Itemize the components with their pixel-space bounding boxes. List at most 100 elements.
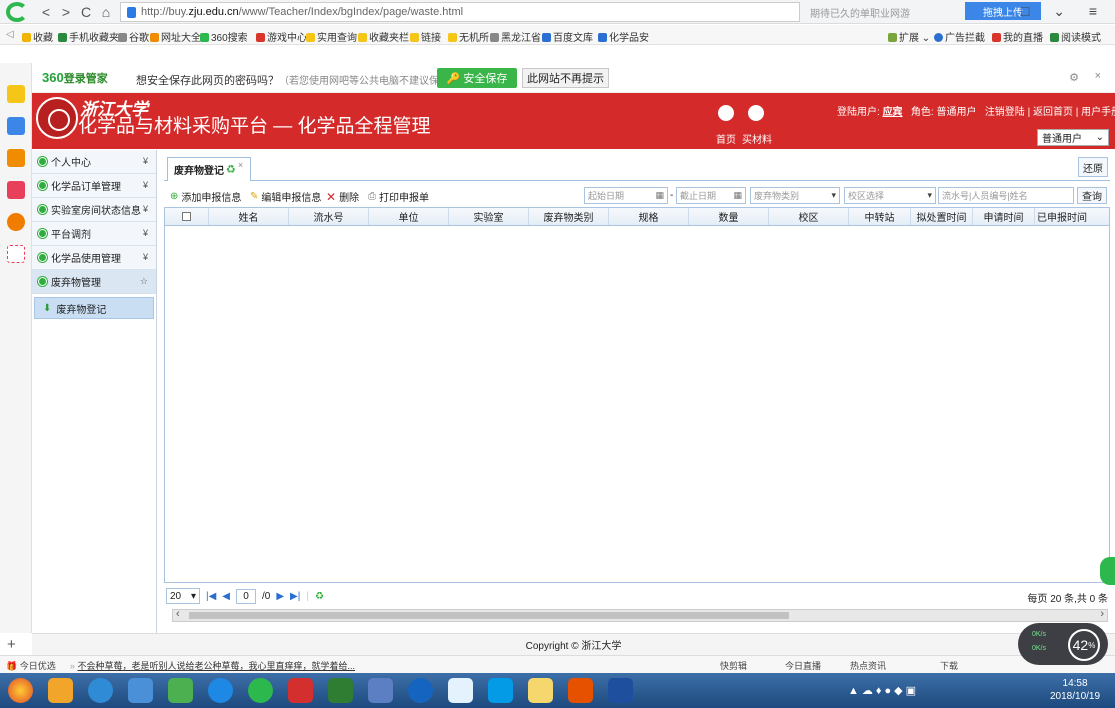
status-item[interactable]: 下载 bbox=[940, 659, 958, 672]
explorer-icon[interactable] bbox=[528, 678, 553, 703]
bookmark-item[interactable]: 无机所 bbox=[448, 29, 489, 44]
column-header[interactable]: 校区 bbox=[769, 208, 849, 225]
reader-mode-item[interactable]: 阅读模式 bbox=[1050, 29, 1101, 44]
cart-icon[interactable] bbox=[748, 105, 764, 121]
video-icon[interactable] bbox=[7, 181, 25, 199]
sidebar-item-lab-rooms[interactable]: 实验室房间状态信息 ¥ bbox=[32, 198, 156, 222]
column-header[interactable]: 流水号 bbox=[289, 208, 369, 225]
add-button[interactable]: ⊕ 添加申报信息 bbox=[170, 189, 241, 204]
scroll-left-icon[interactable]: ‹ bbox=[176, 608, 180, 620]
column-header[interactable]: 申请时间 bbox=[973, 208, 1035, 225]
column-header[interactable]: 数量 bbox=[689, 208, 769, 225]
horizontal-scrollbar[interactable]: ‹ › bbox=[172, 608, 1108, 622]
column-header[interactable]: 中转站 bbox=[849, 208, 911, 225]
promo-text[interactable]: 期待已久的单职业网游 bbox=[810, 5, 910, 20]
role-select[interactable]: 普通用户 ⌄ bbox=[1037, 129, 1109, 146]
system-tray-icons[interactable]: ▲☁♦●◆▣ bbox=[848, 684, 919, 697]
login-user-link[interactable]: 应宾 bbox=[883, 107, 903, 118]
edge-icon[interactable] bbox=[488, 678, 513, 703]
column-header[interactable]: 规格 bbox=[609, 208, 689, 225]
bookmark-item[interactable]: 黑龙江省 bbox=[490, 29, 541, 44]
start-button-icon[interactable] bbox=[8, 678, 33, 703]
calendar-icon[interactable]: ▦ bbox=[733, 190, 742, 201]
system-clock[interactable]: 14:58 2018/10/19 bbox=[1050, 677, 1100, 703]
add-icon[interactable]: + bbox=[7, 636, 16, 653]
safe-save-button[interactable]: 🔑 安全保存 bbox=[437, 68, 517, 88]
first-page-icon[interactable]: |◀ bbox=[206, 591, 216, 602]
next-page-icon[interactable]: ▶ bbox=[276, 591, 284, 602]
mail-icon[interactable] bbox=[7, 245, 25, 263]
delete-button[interactable]: ✕ 删除 bbox=[326, 189, 359, 205]
status-item[interactable]: 快剪辑 bbox=[720, 659, 747, 672]
media-player-icon[interactable] bbox=[328, 678, 353, 703]
column-header[interactable]: 实验室 bbox=[449, 208, 529, 225]
home-icon[interactable]: ⌂ bbox=[98, 4, 114, 20]
floating-widget-icon[interactable] bbox=[1100, 557, 1115, 585]
sidebar-item-platform-transfer[interactable]: 平台调剂 ¥ bbox=[32, 222, 156, 246]
refresh-icon[interactable]: ♻ bbox=[226, 163, 236, 176]
browser-logo-icon[interactable] bbox=[6, 2, 28, 22]
bookmark-item[interactable]: 实用查询 bbox=[306, 29, 357, 44]
never-prompt-button[interactable]: 此网站不再提示 bbox=[522, 68, 609, 88]
home-link[interactable]: 首页 bbox=[716, 131, 736, 146]
bookmark-item[interactable]: 收藏夹栏 bbox=[358, 29, 409, 44]
reload-button[interactable]: C bbox=[78, 4, 94, 20]
refresh-icon[interactable]: ♻ bbox=[315, 591, 324, 602]
today-picks[interactable]: 🎁 今日优选 bbox=[6, 659, 56, 672]
forward-button[interactable]: > bbox=[58, 4, 74, 20]
news-ticker[interactable]: » 不会种草莓，老是听别人说给老公种草莓，我心里直痒痒，就学着给... bbox=[70, 659, 355, 672]
list-icon[interactable] bbox=[7, 117, 25, 135]
app-360-icon[interactable] bbox=[48, 678, 73, 703]
browser-360-icon[interactable] bbox=[248, 678, 273, 703]
select-all-checkbox[interactable] bbox=[182, 212, 191, 221]
note-icon[interactable] bbox=[7, 149, 25, 167]
network-speed-widget[interactable]: 0K/s 0K/s 42% bbox=[1018, 623, 1108, 665]
column-header[interactable]: 拟处置时间 bbox=[911, 208, 973, 225]
bookmark-item[interactable]: 手机收藏夹 bbox=[58, 29, 119, 44]
restore-button[interactable]: 还原 bbox=[1078, 157, 1108, 177]
browser-ie-icon[interactable] bbox=[88, 678, 113, 703]
live-item[interactable]: 我的直播 bbox=[992, 29, 1043, 44]
column-header[interactable]: 已申报时间 bbox=[1035, 208, 1089, 225]
sidebar-item-chemical-usage[interactable]: 化学品使用管理 ¥ bbox=[32, 246, 156, 270]
scroll-thumb[interactable] bbox=[189, 612, 789, 619]
scroll-right-icon[interactable]: › bbox=[1100, 608, 1104, 620]
bookmark-item[interactable]: 链接 bbox=[410, 29, 441, 44]
query-button[interactable]: 查询 bbox=[1077, 187, 1107, 204]
buy-materials-link[interactable]: 买材料 bbox=[742, 131, 772, 146]
print-button[interactable]: ⎙ 打印申报单 bbox=[368, 189, 429, 204]
pdf-icon[interactable] bbox=[288, 678, 313, 703]
app-icon[interactable] bbox=[368, 678, 393, 703]
bookmark-item[interactable]: 化学品安 bbox=[598, 29, 649, 44]
favorites-icon[interactable] bbox=[7, 85, 25, 103]
header-links[interactable]: 注销登陆 | 返回首页 | 用户手册 bbox=[985, 107, 1115, 118]
home-icon[interactable] bbox=[718, 105, 734, 121]
sidebar-item-orders[interactable]: 化学品订单管理 ¥ bbox=[32, 174, 156, 198]
adblock-item[interactable]: 广告拦截 bbox=[934, 29, 985, 44]
address-bar[interactable]: http://buy.zju.edu.cn/www/Teacher/Index/… bbox=[120, 2, 800, 22]
page-number-input[interactable]: 0 bbox=[236, 588, 256, 604]
back-button[interactable]: < bbox=[38, 4, 54, 20]
bookmark-item[interactable]: 百度文库 bbox=[542, 29, 593, 44]
column-header[interactable]: 单位 bbox=[369, 208, 449, 225]
status-item[interactable]: 热点资讯 bbox=[850, 659, 886, 672]
status-item[interactable]: 今日直播 bbox=[785, 659, 821, 672]
prev-page-icon[interactable]: ◀ bbox=[222, 591, 230, 602]
waste-type-select[interactable]: 废弃物类别 ▾ bbox=[750, 187, 840, 204]
sidebar-subitem-waste-register[interactable]: ⬇ 废弃物登记 bbox=[34, 297, 154, 319]
bookmark-item[interactable]: 360搜索 bbox=[200, 29, 248, 44]
app-s-icon[interactable] bbox=[408, 678, 433, 703]
powerpoint-icon[interactable] bbox=[568, 678, 593, 703]
sidebar-item-personal-center[interactable]: 个人中心 ¥ bbox=[32, 150, 156, 174]
bookmark-item[interactable]: 网址大全 bbox=[150, 29, 201, 44]
edit-button[interactable]: ✎ 编辑申报信息 bbox=[250, 189, 321, 204]
bookmark-item[interactable]: 谷歌 bbox=[118, 29, 149, 44]
wechat-icon[interactable] bbox=[168, 678, 193, 703]
weibo-icon[interactable] bbox=[7, 213, 25, 231]
search-input[interactable]: 流水号|人员编号|姓名 bbox=[938, 187, 1074, 204]
end-date-field[interactable]: 截止日期 ▦ bbox=[676, 187, 746, 204]
column-header[interactable]: 废弃物类别 bbox=[529, 208, 609, 225]
tab-waste-register[interactable]: 废弃物登记 ♻ × bbox=[167, 157, 251, 181]
sidebar-toggle-icon[interactable]: ◁ bbox=[6, 29, 14, 40]
last-page-icon[interactable]: ▶| bbox=[290, 591, 300, 602]
